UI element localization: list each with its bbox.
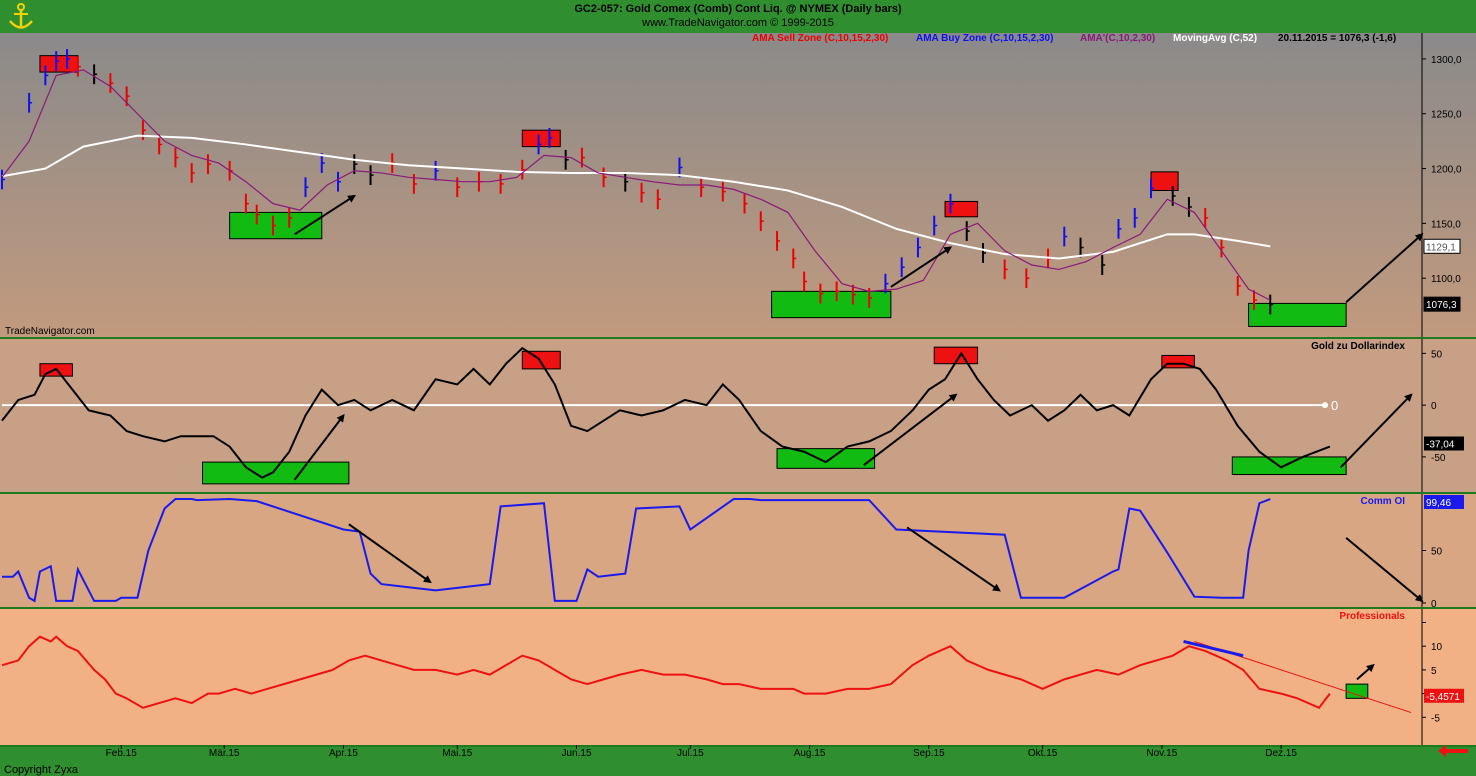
panel-background	[0, 609, 1476, 745]
panel-divider	[0, 607, 1476, 609]
legend-entry: AMA Buy Zone (C,10,15,2,30)	[916, 33, 1053, 44]
zone-box-green	[1248, 302, 1347, 327]
x-tick-label: Okt.15	[1028, 748, 1058, 759]
panel-2: -50 0 50 Gold zu Dollarindex 0 -37,04	[0, 339, 1476, 494]
x-tick-label: Mär.15	[209, 748, 240, 759]
zone-box-green	[1345, 683, 1369, 699]
y-tick-label: -50	[1431, 453, 1446, 464]
legend-entry: AMA Sell Zone (C,10,15,2,30)	[752, 33, 888, 44]
zero-label: 0	[1331, 398, 1338, 413]
zone-box-green	[1231, 456, 1347, 476]
zone-box-red	[1150, 171, 1179, 191]
y-tick-label: -5	[1431, 713, 1440, 724]
zone-box-green	[771, 290, 892, 319]
x-tick-label: Dez.15	[1265, 748, 1297, 759]
panel-3: 0 50 Comm OI 99,46	[0, 494, 1476, 610]
zone-box-green	[776, 448, 876, 469]
y-tick-label: 5	[1431, 666, 1437, 677]
value-label: 1129,1	[1426, 242, 1456, 253]
x-tick-label: Nov.15	[1146, 748, 1177, 759]
value-label: 99,46	[1426, 498, 1451, 509]
x-tick-label: Aug.15	[794, 748, 826, 759]
zone-box-red	[521, 350, 561, 370]
zero-line-end	[1322, 402, 1328, 409]
y-tick-label: 0	[1431, 401, 1437, 412]
panel-background	[0, 494, 1476, 607]
y-tick-label: 10	[1431, 642, 1443, 653]
value-label: -37,04	[1426, 440, 1455, 451]
y-tick-label: 50	[1431, 349, 1443, 360]
y-tick-label: 1100,0	[1431, 274, 1461, 285]
x-tick-label: Apr.15	[329, 748, 358, 759]
panel-1: 1100,0 1150,0 1200,0 1250,0 1300,0 AMA Sell Z…	[0, 33, 1476, 339]
x-tick-label: Jul.15	[677, 748, 704, 759]
panel-title: Comm OI	[1361, 496, 1406, 507]
x-tick-label: Feb.15	[106, 748, 138, 759]
legend-entry: AMA'(C,10,2,30)	[1080, 33, 1155, 44]
x-tick-label: Sep.15	[913, 748, 945, 759]
watermark: TradeNavigator.com	[5, 326, 95, 337]
x-tick-label: Mai.15	[442, 748, 472, 759]
y-tick-label: 1150,0	[1431, 219, 1461, 230]
y-tick-label: 0	[1431, 599, 1437, 610]
value-label: 1076,3	[1426, 300, 1457, 311]
panel-4: -50510Professionals-5,4571	[0, 609, 1476, 747]
panel-title: Professionals	[1339, 611, 1405, 622]
x-tick-label: Jun.15	[561, 748, 591, 759]
y-tick-label: 1200,0	[1431, 165, 1462, 176]
panel-divider	[0, 337, 1476, 339]
y-tick-label: 50	[1431, 547, 1443, 558]
y-tick-label: 1300,0	[1431, 55, 1462, 66]
panel-title: Gold zu Dollarindex	[1311, 341, 1405, 352]
value-label: -5,4571	[1426, 692, 1460, 703]
panel-divider	[0, 745, 1476, 747]
copyright: Copyright Zyxa	[4, 764, 79, 776]
legend-entry: 20.11.2015 = 1076,3 (-1,6)	[1278, 33, 1396, 44]
chart-canvas: 1100,0 1150,0 1200,0 1250,0 1300,0 AMA Sell Z…	[0, 33, 1476, 776]
zone-box-green	[202, 461, 350, 485]
y-tick-label: 1250,0	[1431, 110, 1462, 121]
legend-entry: MovingAvg (C,52)	[1173, 33, 1257, 44]
panel-divider	[0, 492, 1476, 494]
